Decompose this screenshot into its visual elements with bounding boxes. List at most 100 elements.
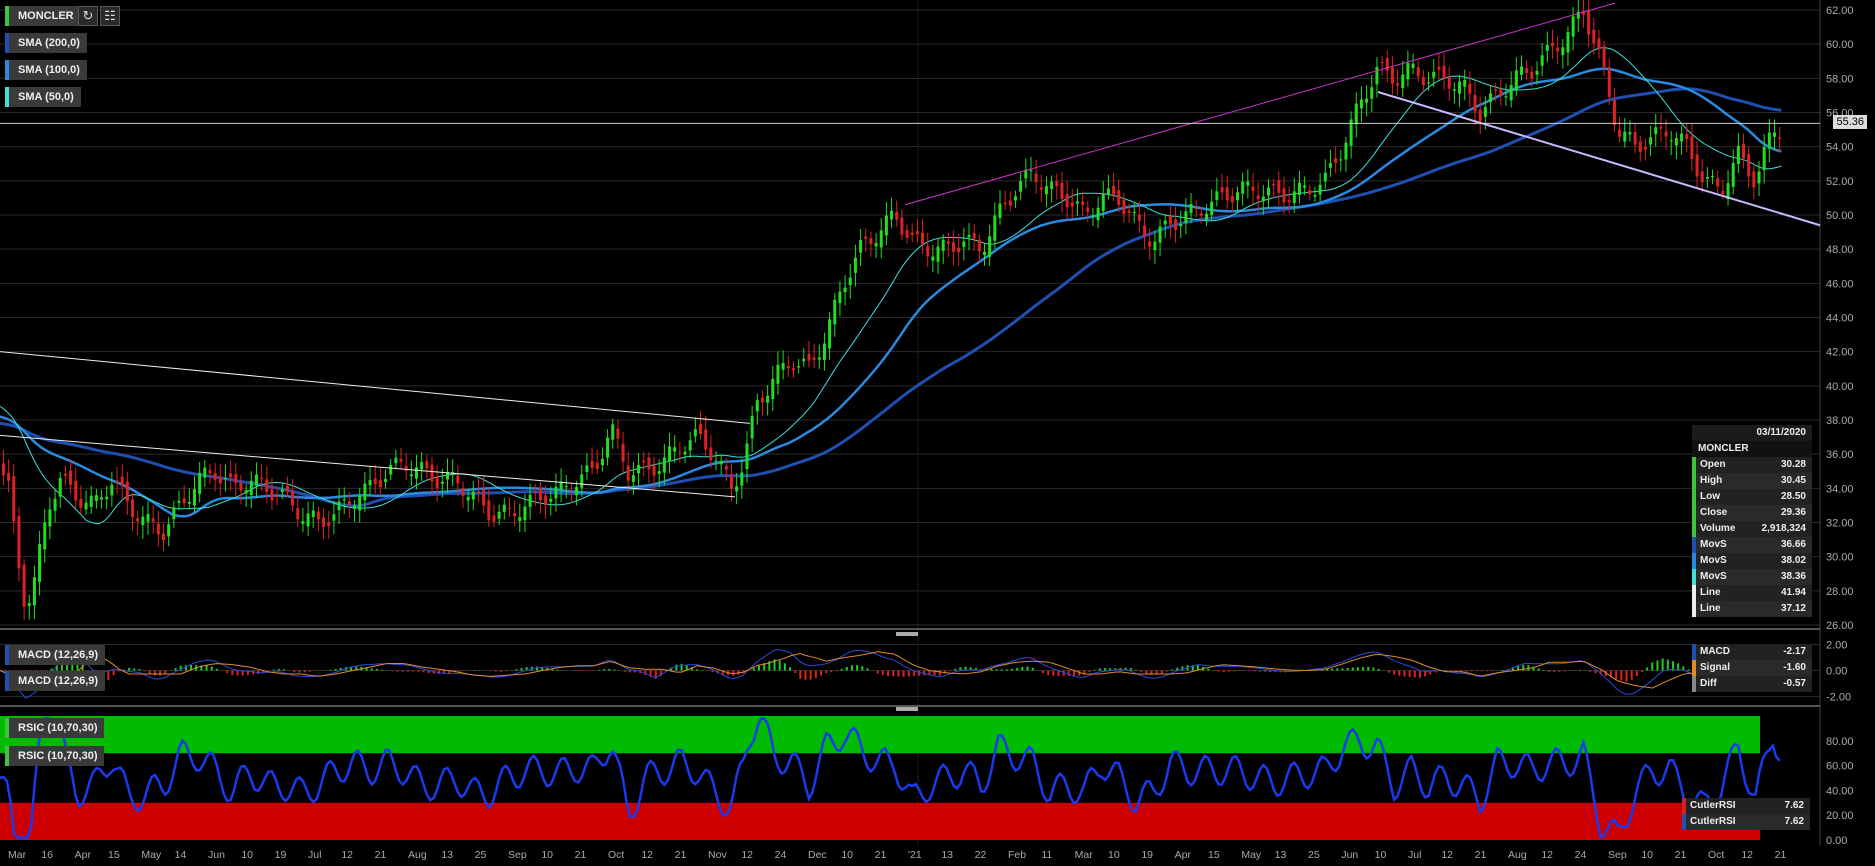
candle-body	[270, 489, 274, 501]
y-tick-label: 28.00	[1826, 586, 1854, 598]
info-label: Line	[1700, 603, 1721, 614]
macd-hist-bar	[990, 668, 993, 671]
rsi-label[interactable]: RSIC (10,70,30)	[5, 718, 105, 738]
macd-hist-bar	[1346, 667, 1349, 671]
candle-body	[1556, 47, 1560, 52]
candle-body	[1674, 138, 1678, 146]
chart-canvas[interactable]: 62.0060.0058.0056.0054.0052.0050.0048.00…	[0, 0, 1875, 866]
y-tick-label: 42.00	[1826, 347, 1854, 359]
x-tick-label: 21	[1675, 849, 1687, 861]
macd-hist-bar	[1129, 668, 1132, 671]
refresh-icon[interactable]: ↻	[78, 6, 98, 26]
candle-body	[1401, 74, 1405, 89]
x-tick-label: 21	[1775, 849, 1787, 861]
indicator-sma50[interactable]: SMA (50,0)	[5, 87, 81, 107]
calendar-icon[interactable]: ☷	[100, 6, 120, 26]
candle-body	[941, 239, 945, 251]
macd-label[interactable]: MACD (12,26,9)	[5, 645, 106, 665]
candle-body	[1514, 70, 1518, 91]
candle-body	[285, 485, 289, 492]
candle-body	[1344, 142, 1348, 160]
candle-body	[327, 522, 331, 526]
info-label: Low	[1700, 491, 1720, 502]
x-tick-label: 11	[1041, 849, 1052, 861]
candle-body	[100, 497, 104, 500]
indicator-sma100[interactable]: SMA (100,0)	[5, 60, 87, 80]
candle-body	[1137, 214, 1141, 221]
info-label: MovS	[1700, 555, 1727, 566]
candle-body	[1649, 137, 1653, 145]
macd-hist-bar	[907, 670, 910, 677]
candle-body	[1339, 159, 1343, 161]
candle-body	[141, 516, 145, 526]
candle-body	[17, 516, 21, 569]
symbol-tag[interactable]: MONCLER	[5, 6, 81, 26]
macd-hist-bar	[1264, 670, 1267, 672]
macd-hist-bar	[329, 669, 332, 671]
macd-hist-bar	[1253, 670, 1256, 672]
candle-body	[136, 518, 140, 522]
candle-body	[1592, 29, 1596, 44]
x-tick-label: Mar	[8, 849, 27, 861]
candle-body	[27, 603, 31, 606]
candle-body	[120, 476, 124, 487]
macd-hist-bar	[1465, 670, 1468, 672]
macd-label-2[interactable]: MACD (12,26,9)	[5, 671, 106, 691]
candle-body	[172, 507, 176, 520]
macd-hist-bar	[804, 670, 807, 680]
macd-hist-bar	[417, 670, 420, 672]
rsi-label: CutlerRSI	[1690, 800, 1736, 811]
candle-body	[1199, 213, 1203, 216]
macd-hist-bar	[370, 668, 373, 671]
x-tick-label: Dec	[808, 849, 827, 861]
candle-body	[425, 461, 429, 469]
candle-body	[58, 478, 62, 497]
candle-body	[151, 518, 155, 522]
info-row: Open 30.28	[1692, 457, 1812, 473]
candle-body	[533, 491, 537, 493]
y-tick-label: 48.00	[1826, 244, 1854, 256]
candle-body	[1442, 65, 1446, 79]
x-tick-label: Aug	[408, 849, 427, 861]
info-row: High 30.45	[1692, 473, 1812, 489]
candle-body	[1075, 201, 1079, 204]
indicator-sma200[interactable]: SMA (200,0)	[5, 33, 87, 53]
candle-body	[208, 470, 212, 474]
macd-hist-bar	[128, 667, 131, 671]
macd-hist-bar	[1651, 662, 1654, 671]
candle-body	[363, 483, 367, 501]
macd-hist-bar	[1098, 668, 1101, 671]
candle-body	[848, 277, 852, 286]
sma100-line	[0, 67, 1782, 518]
macd-hist-bar	[799, 670, 802, 679]
candle-body	[952, 242, 956, 252]
candle-body	[1767, 132, 1771, 149]
macd-hist-bar	[1005, 669, 1008, 671]
macd-hist-bar	[308, 670, 311, 672]
x-tick-label: Sep	[1608, 849, 1627, 861]
macd-hist-bar	[1635, 670, 1638, 677]
candle-body	[791, 368, 795, 371]
x-tick-label: 13	[441, 849, 453, 861]
macd-row: Signal -1.60	[1692, 660, 1812, 676]
candle-body	[879, 230, 883, 248]
candle-body	[1261, 196, 1265, 202]
candle-body	[1096, 207, 1100, 221]
macd-hist-bar	[1160, 670, 1163, 674]
info-row: Line 37.12	[1692, 601, 1812, 617]
macd-hist-bar	[1553, 670, 1556, 672]
rsi-label-2[interactable]: RSIC (10,70,30)	[5, 746, 105, 766]
candle-body	[1328, 163, 1332, 168]
oversold-zone	[0, 802, 1760, 840]
candle-body	[1757, 171, 1761, 184]
candle-body	[74, 480, 78, 501]
info-value: 38.36	[1780, 571, 1806, 582]
macd-hist-bar	[1563, 670, 1566, 672]
candle-body	[79, 499, 83, 508]
candle-body	[575, 486, 579, 496]
candle-body	[244, 490, 248, 494]
info-symbol: MONCLER	[1692, 441, 1812, 457]
macd-hist-bar	[1646, 667, 1649, 671]
macd-hist-bar	[375, 668, 378, 671]
y-tick-label: 30.00	[1826, 552, 1854, 564]
